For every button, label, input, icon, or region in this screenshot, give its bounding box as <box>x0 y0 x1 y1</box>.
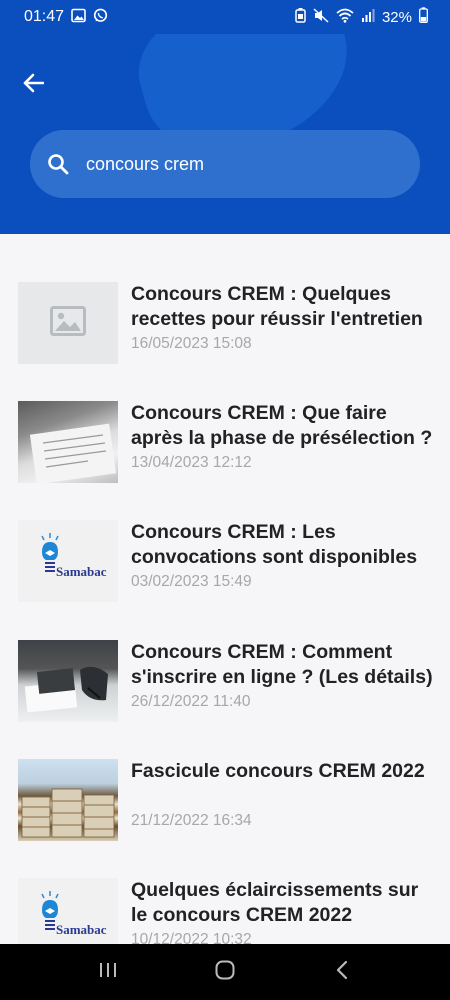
back-icon <box>335 960 349 985</box>
home-icon <box>214 959 236 986</box>
battery-saver-icon <box>295 7 306 27</box>
battery-icon <box>419 7 428 27</box>
article-item[interactable]: Samabac Concours CREM : Les convocations… <box>18 520 433 610</box>
search-results-list: Concours CREM : Quelques recettes pour r… <box>0 234 450 944</box>
article-date: 10/12/2022 10:32 <box>131 931 252 944</box>
article-thumbnail <box>18 759 118 841</box>
article-date: 03/02/2023 15:49 <box>131 573 252 590</box>
recent-apps-icon <box>98 961 118 984</box>
article-item[interactable]: Samabac Quelques éclaircissements sur le… <box>18 878 433 944</box>
article-date: 26/12/2022 11:40 <box>131 693 251 710</box>
status-time: 01:47 <box>24 8 65 25</box>
article-title[interactable]: Concours CREM : Les convocations sont di… <box>131 520 433 570</box>
back-button[interactable] <box>18 70 48 100</box>
search-icon[interactable] <box>46 152 70 176</box>
system-navigation-bar <box>0 944 450 1000</box>
image-notification-icon <box>71 8 86 27</box>
article-title[interactable]: Quelques éclaircissements sur le concour… <box>131 878 433 928</box>
search-bar[interactable] <box>30 130 420 198</box>
article-item[interactable]: Concours CREM : Que faire après la phase… <box>18 401 433 491</box>
article-item[interactable]: Concours CREM : Quelques recettes pour r… <box>18 282 433 372</box>
search-input[interactable] <box>86 153 386 175</box>
article-title[interactable]: Fascicule concours CREM 2022 <box>131 759 433 809</box>
article-title[interactable]: Concours CREM : Comment s'inscrire en li… <box>131 640 433 690</box>
article-item[interactable]: Concours CREM : Comment s'inscrire en li… <box>18 640 433 730</box>
article-text: Concours CREM : Quelques recettes pour r… <box>131 282 433 372</box>
image-placeholder-icon <box>50 305 86 341</box>
article-date: 21/12/2022 16:34 <box>131 812 252 829</box>
article-thumbnail: Samabac <box>18 878 118 944</box>
wifi-icon <box>336 8 354 27</box>
article-thumbnail: Samabac <box>18 520 118 602</box>
article-text: Quelques éclaircissements sur le concour… <box>131 878 433 944</box>
battery-percent: 32% <box>381 8 412 26</box>
system-back-button[interactable] <box>322 952 362 992</box>
article-item[interactable]: Fascicule concours CREM 2022 21/12/2022 … <box>18 759 433 849</box>
article-thumbnail <box>18 640 118 722</box>
back-arrow-icon <box>22 73 45 98</box>
samabac-logo-text: Samabac <box>56 922 107 937</box>
article-title[interactable]: Concours CREM : Que faire après la phase… <box>131 401 433 451</box>
home-button[interactable] <box>205 952 245 992</box>
article-text: Concours CREM : Que faire après la phase… <box>131 401 433 491</box>
article-thumbnail <box>18 401 118 483</box>
article-date: 16/05/2023 15:08 <box>131 335 252 352</box>
article-text: Concours CREM : Comment s'inscrire en li… <box>131 640 433 730</box>
whatsapp-icon <box>93 8 108 27</box>
samabac-logo-text: Samabac <box>56 564 107 579</box>
header <box>0 34 450 234</box>
signal-icon <box>361 8 375 26</box>
status-bar: 01:47 32% <box>0 0 450 34</box>
article-date: 13/04/2023 12:12 <box>131 454 252 471</box>
recent-apps-button[interactable] <box>88 952 128 992</box>
article-text: Fascicule concours CREM 2022 21/12/2022 … <box>131 759 433 849</box>
article-title[interactable]: Concours CREM : Quelques recettes pour r… <box>131 282 433 332</box>
article-thumbnail <box>18 282 118 364</box>
mute-icon <box>313 7 329 27</box>
article-text: Concours CREM : Les convocations sont di… <box>131 520 433 610</box>
